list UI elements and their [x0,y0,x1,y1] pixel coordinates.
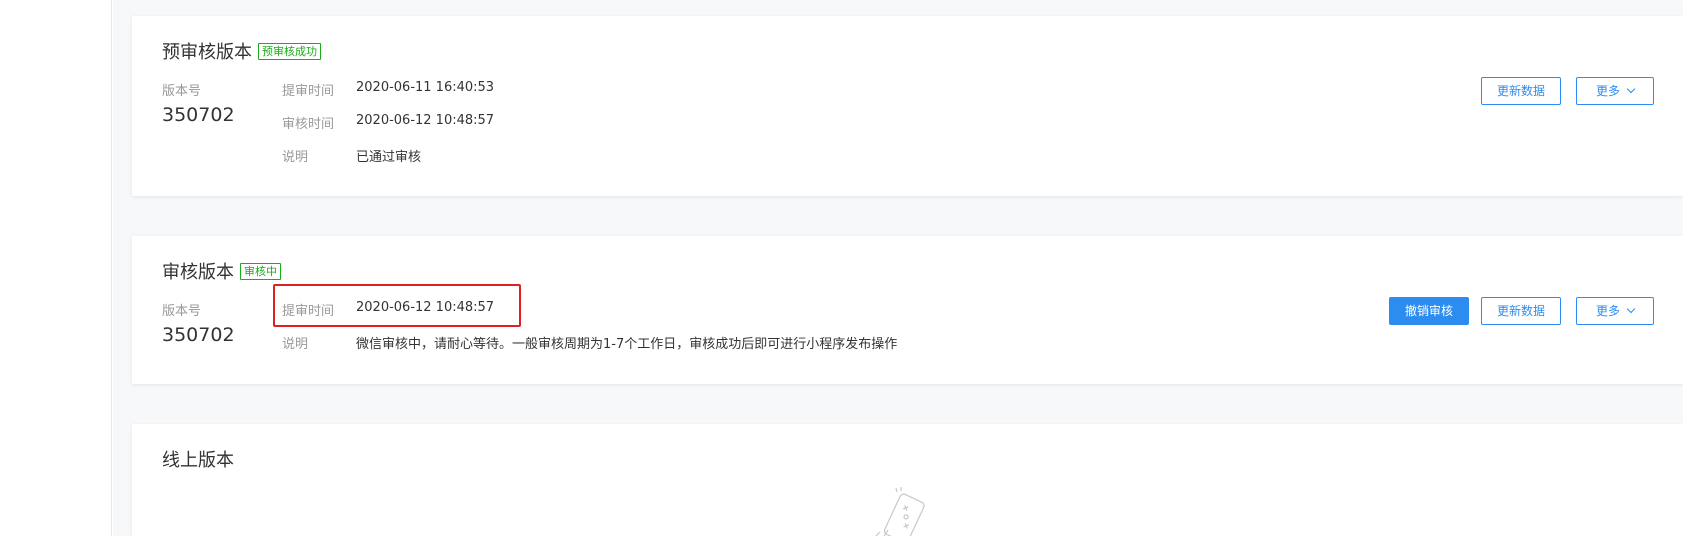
description-value: 已通过审核 [356,150,422,165]
submit-time-value: 2020-06-11 16:40:53 [356,80,495,95]
review-title: 审核版本 [162,262,234,283]
sidebar [0,0,112,536]
review-pending-version-card: 预审核版本 预审核成功 版本号 350702 提审时间 2020-06-11 16… [132,16,1683,196]
version-number: 350702 [162,104,235,126]
highlight-annotation-box [273,284,521,327]
description-label: 说明 [282,150,309,165]
version-label: 版本号 [162,304,202,319]
more-dropdown-button[interactable]: 更多 [1576,297,1654,325]
description-label: 说明 [282,337,309,352]
more-label: 更多 [1595,304,1620,318]
chevron-down-icon [1626,304,1636,314]
description-value: 微信审核中，请耐心等待。一般审核周期为1-7个工作日，审核成功后即可进行小程序发… [356,337,898,352]
version-label: 版本号 [162,84,202,99]
card-title: 审核版本 审核中 [162,258,281,284]
version-number: 350702 [162,324,235,346]
review-time-value: 2020-06-12 10:48:57 [356,113,495,128]
more-label: 更多 [1595,84,1620,98]
card-title: 预审核版本 预审核成功 [162,38,321,64]
submit-time-label: 提审时间 [282,84,335,99]
refresh-data-button[interactable]: 更新数据 [1481,297,1561,325]
more-dropdown-button[interactable]: 更多 [1576,77,1654,105]
review-time-label: 审核时间 [282,117,335,132]
online-title: 线上版本 [162,450,234,471]
chevron-down-icon [1626,84,1636,94]
withdraw-review-button[interactable]: 撤销审核 [1389,297,1469,325]
status-badge: 审核中 [240,262,281,280]
status-badge: 预审核成功 [258,42,321,60]
refresh-data-button[interactable]: 更新数据 [1481,77,1561,105]
review-pending-title: 预审核版本 [162,42,252,63]
empty-state-icon [875,487,925,536]
